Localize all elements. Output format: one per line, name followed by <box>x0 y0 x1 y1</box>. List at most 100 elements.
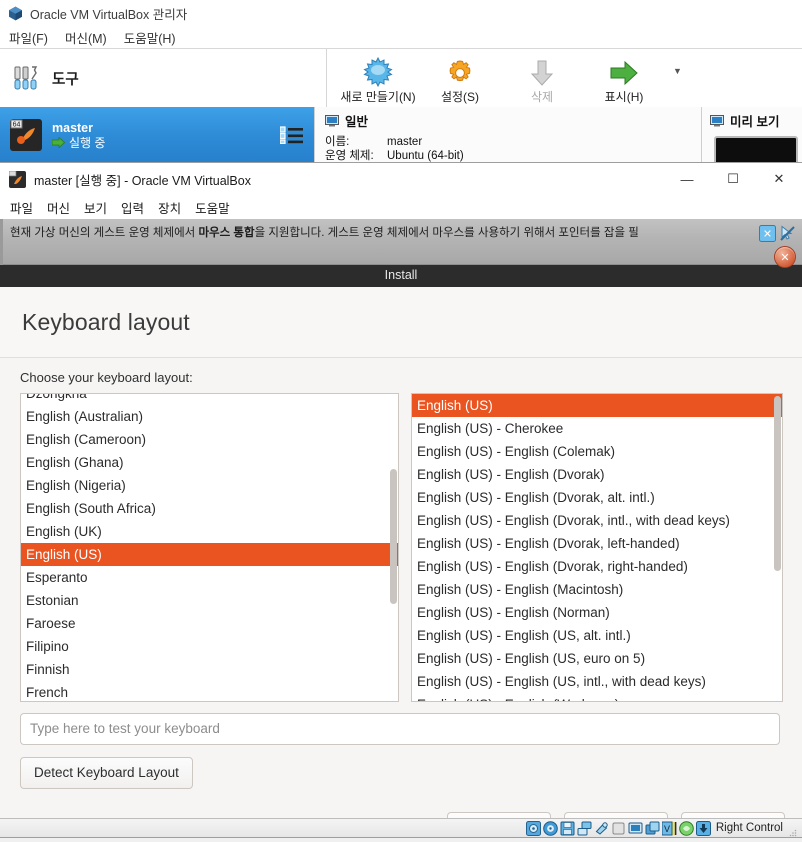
chevron-down-icon[interactable]: ▼ <box>673 66 682 76</box>
notification-close-button[interactable]: ✕ <box>774 246 796 268</box>
menu-machine[interactable]: 머신(M) <box>65 28 107 47</box>
maximize-button[interactable]: ☐ <box>710 163 756 195</box>
machine-list-item-master[interactable]: 64 master 실행 중 <box>0 107 314 163</box>
vm-menu-view[interactable]: 보기 <box>84 198 107 217</box>
keyboard-test-input[interactable]: Type here to test your keyboard <box>20 713 780 745</box>
vm-menu-input[interactable]: 입력 <box>121 198 144 217</box>
installer-header: Keyboard layout <box>0 287 802 358</box>
usb-icon[interactable] <box>594 821 609 836</box>
details-key-os: 운영 체제: <box>325 150 374 162</box>
list-item[interactable]: English (US) - English (Colemak) <box>412 440 782 463</box>
toolbar-buttons: 새로 만들기(N) 설정(S) 삭제 표시(H) ▼ <box>327 49 802 107</box>
list-item[interactable]: Filipino <box>21 635 398 658</box>
window-controls: — ☐ ✕ <box>664 163 802 195</box>
list-item[interactable]: English (Cameroon) <box>21 428 398 451</box>
down-arrow-icon <box>529 55 555 87</box>
variant-list-scrollbar[interactable] <box>774 396 781 571</box>
list-item-selected[interactable]: English (US) <box>411 394 782 417</box>
list-item[interactable]: English (US) - English (Dvorak, intl., w… <box>412 509 782 532</box>
list-item[interactable]: English (US) - English (Norman) <box>412 601 782 624</box>
network-icon[interactable] <box>577 821 592 836</box>
list-item[interactable]: English (US) - English (Dvorak, left-han… <box>412 532 782 555</box>
list-item[interactable]: English (US) - English (Workman) <box>412 693 782 701</box>
keyboard-layout-list-inner: Dzongkha English (Australian) English (C… <box>21 394 398 701</box>
hard-disk-icon[interactable] <box>525 820 541 836</box>
list-item[interactable]: English (US) - English (US, alt. intl.) <box>412 624 782 647</box>
list-item[interactable]: Finnish <box>21 658 398 681</box>
vm-menu-machine[interactable]: 머신 <box>47 198 70 217</box>
machine-tools-menu-icon[interactable] <box>279 126 304 145</box>
list-item[interactable]: English (Australian) <box>21 405 398 428</box>
svg-text:V: V <box>664 824 670 834</box>
list-item[interactable]: French <box>21 681 398 701</box>
list-item[interactable]: English (US) - English (US, intl., with … <box>412 670 782 693</box>
machine-texts: master 실행 중 <box>52 121 271 150</box>
mouse-integration-notification-bar: 현재 가상 머신의 게스트 운영 체제에서 마우스 통합을 지원합니다. 게스트… <box>0 219 802 268</box>
list-item[interactable]: English (UK) <box>21 520 398 543</box>
list-item[interactable]: English (US) - English (Dvorak, alt. int… <box>412 486 782 509</box>
display-icon[interactable] <box>628 821 643 836</box>
mouse-capture-icon[interactable]: ✕ <box>759 225 776 242</box>
host-key-label: Right Control <box>715 822 783 834</box>
vm-menu-file[interactable]: 파일 <box>10 198 33 217</box>
details-value-os: Ubuntu (64-bit) <box>387 150 464 162</box>
list-item[interactable]: Esperanto <box>21 566 398 589</box>
minimize-button[interactable]: — <box>664 163 710 195</box>
vm-menu-devices[interactable]: 장치 <box>158 198 181 217</box>
manager-menu-bar[interactable]: 파일(F) 머신(M) 도움말(H) <box>0 26 802 48</box>
machine-state-label: 실행 중 <box>69 135 106 150</box>
virtualbox-logo-icon <box>8 6 23 21</box>
show-label: 표시(H) <box>604 90 644 104</box>
optical-disk-icon[interactable] <box>543 820 558 836</box>
recording-icon[interactable] <box>645 821 660 836</box>
list-item[interactable]: Dzongkha <box>21 394 398 405</box>
mouse-integration-icon[interactable] <box>679 820 694 836</box>
show-button[interactable]: 표시(H) <box>591 55 657 105</box>
layout-lists: Dzongkha English (Australian) English (C… <box>20 393 783 702</box>
vm-window: master [실행 중] - Oracle VM VirtualBox — ☐… <box>0 163 802 837</box>
virtualbox-icon[interactable]: V <box>661 821 677 836</box>
new-star-icon <box>363 55 393 87</box>
keyboard-layout-list[interactable]: Dzongkha English (Australian) English (C… <box>20 393 399 702</box>
list-item[interactable]: English (US) - Cherokee <box>412 417 782 440</box>
close-button[interactable]: ✕ <box>756 163 802 195</box>
machine-name: master <box>52 120 93 135</box>
details-general-title: 일반 <box>345 115 369 129</box>
virtualbox-manager-window: Oracle VM VirtualBox 관리자 파일(F) 머신(M) 도움말… <box>0 0 802 180</box>
details-value-name: master <box>387 136 423 148</box>
list-item[interactable]: English (US) - English (Macintosh) <box>412 578 782 601</box>
layout-list-scrollbar[interactable] <box>389 469 397 604</box>
list-item[interactable]: English (Nigeria) <box>21 474 398 497</box>
keyboard-variant-list[interactable]: English (US) English (US) - Cherokee Eng… <box>410 393 783 702</box>
settings-button[interactable]: 설정(S) <box>427 55 493 105</box>
detect-keyboard-layout-button[interactable]: Detect Keyboard Layout <box>20 757 193 789</box>
list-item[interactable]: English (US) - English (Dvorak, right-ha… <box>412 555 782 578</box>
page-title: Keyboard layout <box>22 308 190 335</box>
right-arrow-icon <box>609 55 639 87</box>
shared-folder-icon[interactable] <box>611 821 626 836</box>
list-item[interactable]: Faroese <box>21 612 398 635</box>
no-pointer-icon[interactable] <box>779 225 796 242</box>
details-preview-title: 미리 보기 <box>730 115 780 129</box>
list-item[interactable]: Estonian <box>21 589 398 612</box>
list-item[interactable]: English (US) - English (Dvorak) <box>412 463 782 486</box>
gear-icon <box>446 55 474 87</box>
vm-menu-help[interactable]: 도움말 <box>195 198 230 217</box>
tools-section[interactable]: 도구 <box>0 49 327 107</box>
tools-icon <box>12 63 42 93</box>
list-item[interactable]: English (Ghana) <box>21 451 398 474</box>
keyboard-capture-icon[interactable] <box>695 820 711 836</box>
vm-menu-bar[interactable]: 파일 머신 보기 입력 장치 도움말 <box>0 195 802 219</box>
notification-text-after: 을 지원합니다. 게스트 운영 체제에서 마우스를 사용하기 위해서 포인터를 … <box>254 227 639 239</box>
menu-help[interactable]: 도움말(H) <box>124 28 176 47</box>
resize-grip-icon[interactable] <box>789 824 797 837</box>
details-row-os: 운영 체제: Ubuntu (64-bit) <box>325 149 701 163</box>
running-arrow-icon <box>52 137 65 148</box>
list-item[interactable]: English (South Africa) <box>21 497 398 520</box>
list-item[interactable]: English (US) - English (US, euro on 5) <box>412 647 782 670</box>
new-machine-button[interactable]: 새로 만들기(N) <box>340 55 416 105</box>
floppy-disk-icon[interactable] <box>560 821 575 836</box>
installer-title-bar: Install <box>0 263 802 287</box>
menu-file[interactable]: 파일(F) <box>9 28 48 47</box>
list-item-selected[interactable]: English (US) <box>21 543 398 566</box>
